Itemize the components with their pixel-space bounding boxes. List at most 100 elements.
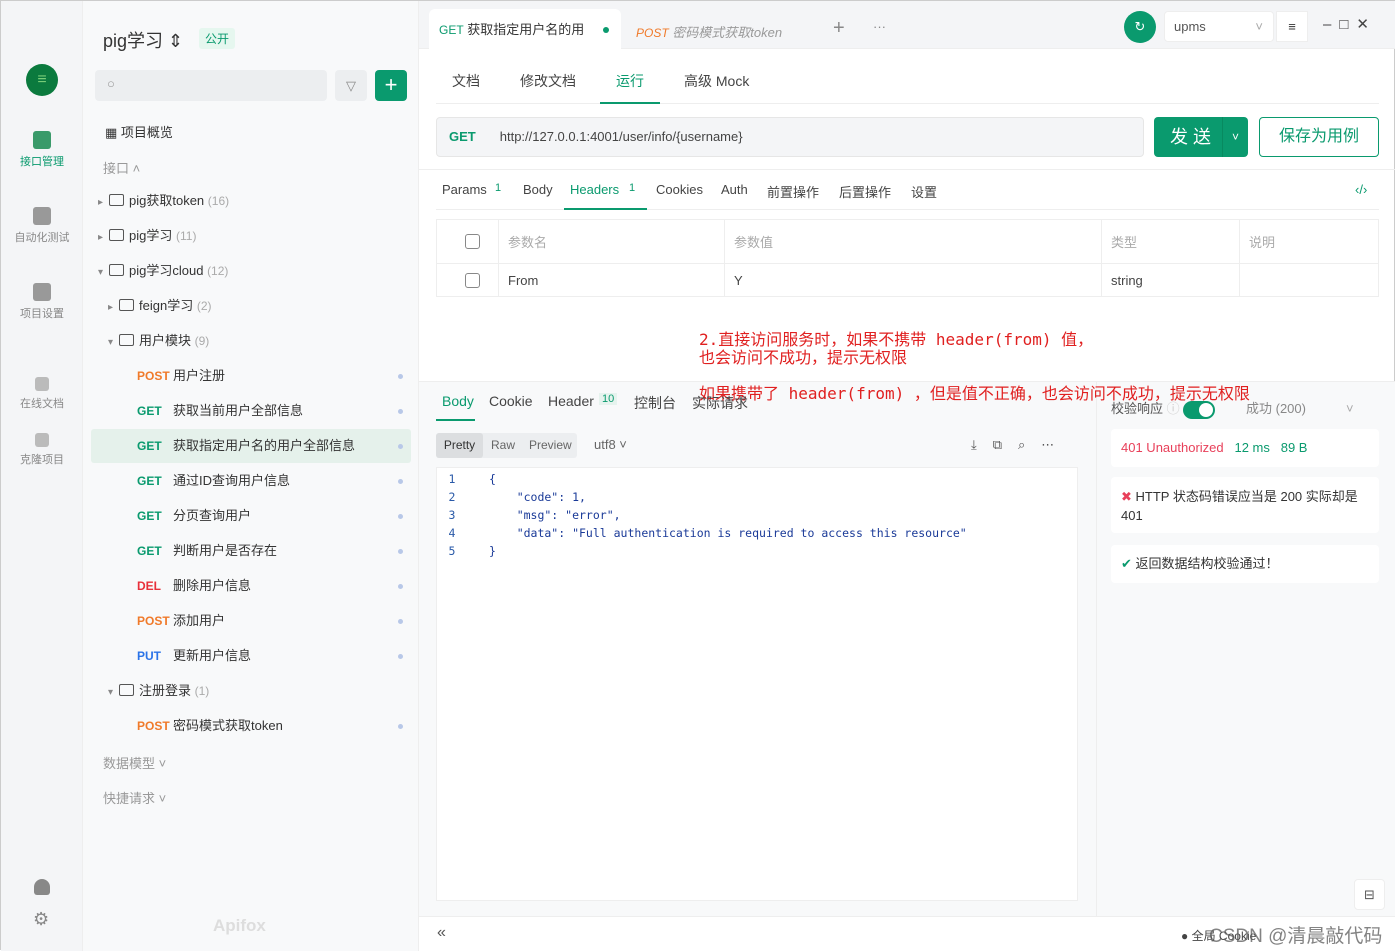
folder-icon — [119, 299, 134, 311]
send-button[interactable]: 发 送 ˅ — [1154, 117, 1248, 157]
new-tab-button[interactable]: + — [833, 17, 845, 40]
section-data-models[interactable]: 数据模型 ˅ — [103, 753, 166, 772]
tab-pre-ops[interactable]: 前置操作 — [767, 182, 819, 201]
error-icon: ✖ — [1121, 489, 1132, 504]
tree-api-item[interactable]: PUT 更新用户信息 — [91, 639, 411, 673]
param-desc[interactable] — [1239, 263, 1379, 297]
code-line: "msg": "error", — [489, 508, 621, 522]
folder-count: (2) — [196, 299, 212, 313]
line-number: 2 — [448, 490, 456, 504]
tree-folder[interactable]: ▸ pig获取token (16) — [91, 184, 411, 218]
team-avatar[interactable]: ≡ — [26, 64, 58, 96]
select-all-checkbox[interactable] — [464, 234, 480, 249]
tree-folder[interactable]: ▾ pig学习cloud (12) — [91, 254, 411, 288]
tree-folder[interactable]: ▸ pig学习 (11) — [91, 219, 411, 253]
tree-folder[interactable]: ▾ 用户模块 (9) — [91, 324, 411, 358]
tree-api-item[interactable]: GET 获取指定用户名的用户全部信息 — [91, 429, 411, 463]
code-line: { — [489, 472, 496, 486]
line-number: 3 — [448, 508, 456, 522]
api-label: 分页查询用户 — [173, 508, 252, 523]
col-type: 类型 — [1101, 219, 1240, 264]
tab-resp-body[interactable]: Body — [442, 393, 474, 409]
rail-api-management[interactable]: 接口管理 — [1, 131, 83, 169]
tab-post-ops[interactable]: 后置操作 — [839, 182, 891, 201]
tree-api-item[interactable]: POST 密码模式获取token — [91, 709, 411, 743]
param-value[interactable]: Y — [724, 263, 1102, 297]
col-name: 参数名 — [498, 219, 725, 264]
tab-2[interactable]: POST 密码模式获取token — [636, 22, 782, 41]
tree-api-item[interactable]: GET 分页查询用户 — [91, 499, 411, 533]
tab-edit-docs[interactable]: 修改文档 — [520, 71, 576, 91]
format-pretty[interactable]: Pretty — [436, 433, 483, 458]
menu-icon[interactable]: ≡ — [1276, 11, 1308, 42]
add-button[interactable]: + — [375, 70, 407, 101]
tab-active[interactable]: GET 获取指定用户名的用 — [429, 9, 621, 49]
search-input[interactable]: ○ — [95, 70, 327, 101]
tree-api-item[interactable]: GET 获取当前用户全部信息 — [91, 394, 411, 428]
row-checkbox[interactable] — [464, 272, 480, 288]
tab-label: 密码模式获取token — [672, 25, 783, 40]
sync-icon[interactable]: ↻ — [1124, 11, 1156, 43]
format-switch: Pretty Raw Preview — [436, 433, 577, 458]
tab-settings[interactable]: 设置 — [911, 182, 937, 201]
gear-icon[interactable]: ⚙ — [33, 909, 49, 930]
method-select[interactable]: GET — [449, 129, 476, 144]
validate-status-select[interactable]: 成功 (200) ˅ — [1246, 398, 1354, 417]
chevron-down-icon[interactable]: ˅ — [1222, 117, 1248, 157]
param-type[interactable]: string — [1101, 263, 1240, 297]
filter-button[interactable]: ▽ — [335, 70, 367, 101]
env-select[interactable]: upms ˅ — [1164, 11, 1274, 42]
folder-count: (11) — [175, 229, 197, 243]
folder-label: pig获取token — [129, 193, 205, 208]
rail-clone-project[interactable]: 克隆项目 — [1, 433, 83, 467]
code-icon[interactable]: ‹/› — [1355, 182, 1367, 197]
api-icon — [33, 131, 51, 149]
project-overview[interactable]: ▦ 项目概览 — [105, 122, 173, 141]
tab-docs[interactable]: 文档 — [452, 71, 480, 91]
rail-auto-test[interactable]: 自动化测试 — [1, 207, 83, 245]
rail-online-docs[interactable]: 在线文档 — [1, 377, 83, 411]
tree-api-item[interactable]: GET 判断用户是否存在 — [91, 534, 411, 568]
format-preview[interactable]: Preview — [529, 433, 572, 458]
tab-body[interactable]: Body — [523, 182, 553, 197]
tree-api-item[interactable]: DEL 删除用户信息 — [91, 569, 411, 603]
url-input[interactable]: GET http://127.0.0.1:4001/user/info/{user… — [436, 117, 1144, 157]
tab-resp-cookie[interactable]: Cookie — [489, 393, 533, 409]
tree-folder[interactable]: ▸ feign学习 (2) — [91, 289, 411, 323]
status-dot — [398, 479, 403, 484]
tab-auth[interactable]: Auth — [721, 182, 748, 197]
bell-icon[interactable] — [34, 879, 50, 895]
section-quick-requests[interactable]: 快捷请求 ˅ — [103, 788, 166, 807]
method-badge: POST — [137, 719, 170, 733]
tab-mock[interactable]: 高级 Mock — [684, 71, 749, 91]
method-badge: GET — [137, 474, 162, 488]
status-bar: « ● 全局 Cookie CSDN @清晨敲代码 — [419, 916, 1395, 951]
param-name[interactable]: From — [498, 263, 725, 297]
tree-folder[interactable]: ▾ 注册登录 (1) — [91, 674, 411, 708]
more-tabs-button[interactable]: ··· — [873, 19, 886, 34]
tab-run[interactable]: 运行 — [616, 71, 644, 91]
encoding-select[interactable]: utf8 ˅ — [594, 437, 627, 452]
env-value: upms — [1174, 19, 1206, 34]
tab-console[interactable]: 控制台 — [634, 393, 676, 413]
format-raw[interactable]: Raw — [491, 433, 515, 458]
api-label: 更新用户信息 — [173, 648, 252, 663]
tree-api-item[interactable]: GET 通过ID查询用户信息 — [91, 464, 411, 498]
rail-project-settings[interactable]: 项目设置 — [1, 283, 83, 321]
tab-actual-request[interactable]: 实际请求 — [692, 393, 748, 413]
tab-params[interactable]: Params — [442, 182, 487, 197]
layout-icon[interactable]: ⊟ — [1354, 879, 1385, 910]
save-as-case-button[interactable]: 保存为用例 — [1259, 117, 1379, 157]
response-tools[interactable]: ⤓⧉⌕⋯ — [971, 437, 1070, 453]
window-controls[interactable]: –□✕ — [1323, 15, 1377, 33]
collapse-icon[interactable]: « — [437, 924, 446, 942]
tree-api-item[interactable]: POST 添加用户 — [91, 604, 411, 638]
response-time: 12 ms — [1234, 440, 1270, 455]
project-selector[interactable]: pig学习 ⇕ — [103, 27, 183, 53]
tab-cookies[interactable]: Cookies — [656, 182, 703, 197]
folder-label: pig学习 — [129, 228, 173, 243]
tree-api-item[interactable]: POST 用户注册 — [91, 359, 411, 393]
tab-headers[interactable]: Headers — [570, 182, 619, 197]
section-api[interactable]: 接口 ˄ — [103, 158, 140, 177]
tab-resp-header[interactable]: Header — [548, 393, 594, 409]
